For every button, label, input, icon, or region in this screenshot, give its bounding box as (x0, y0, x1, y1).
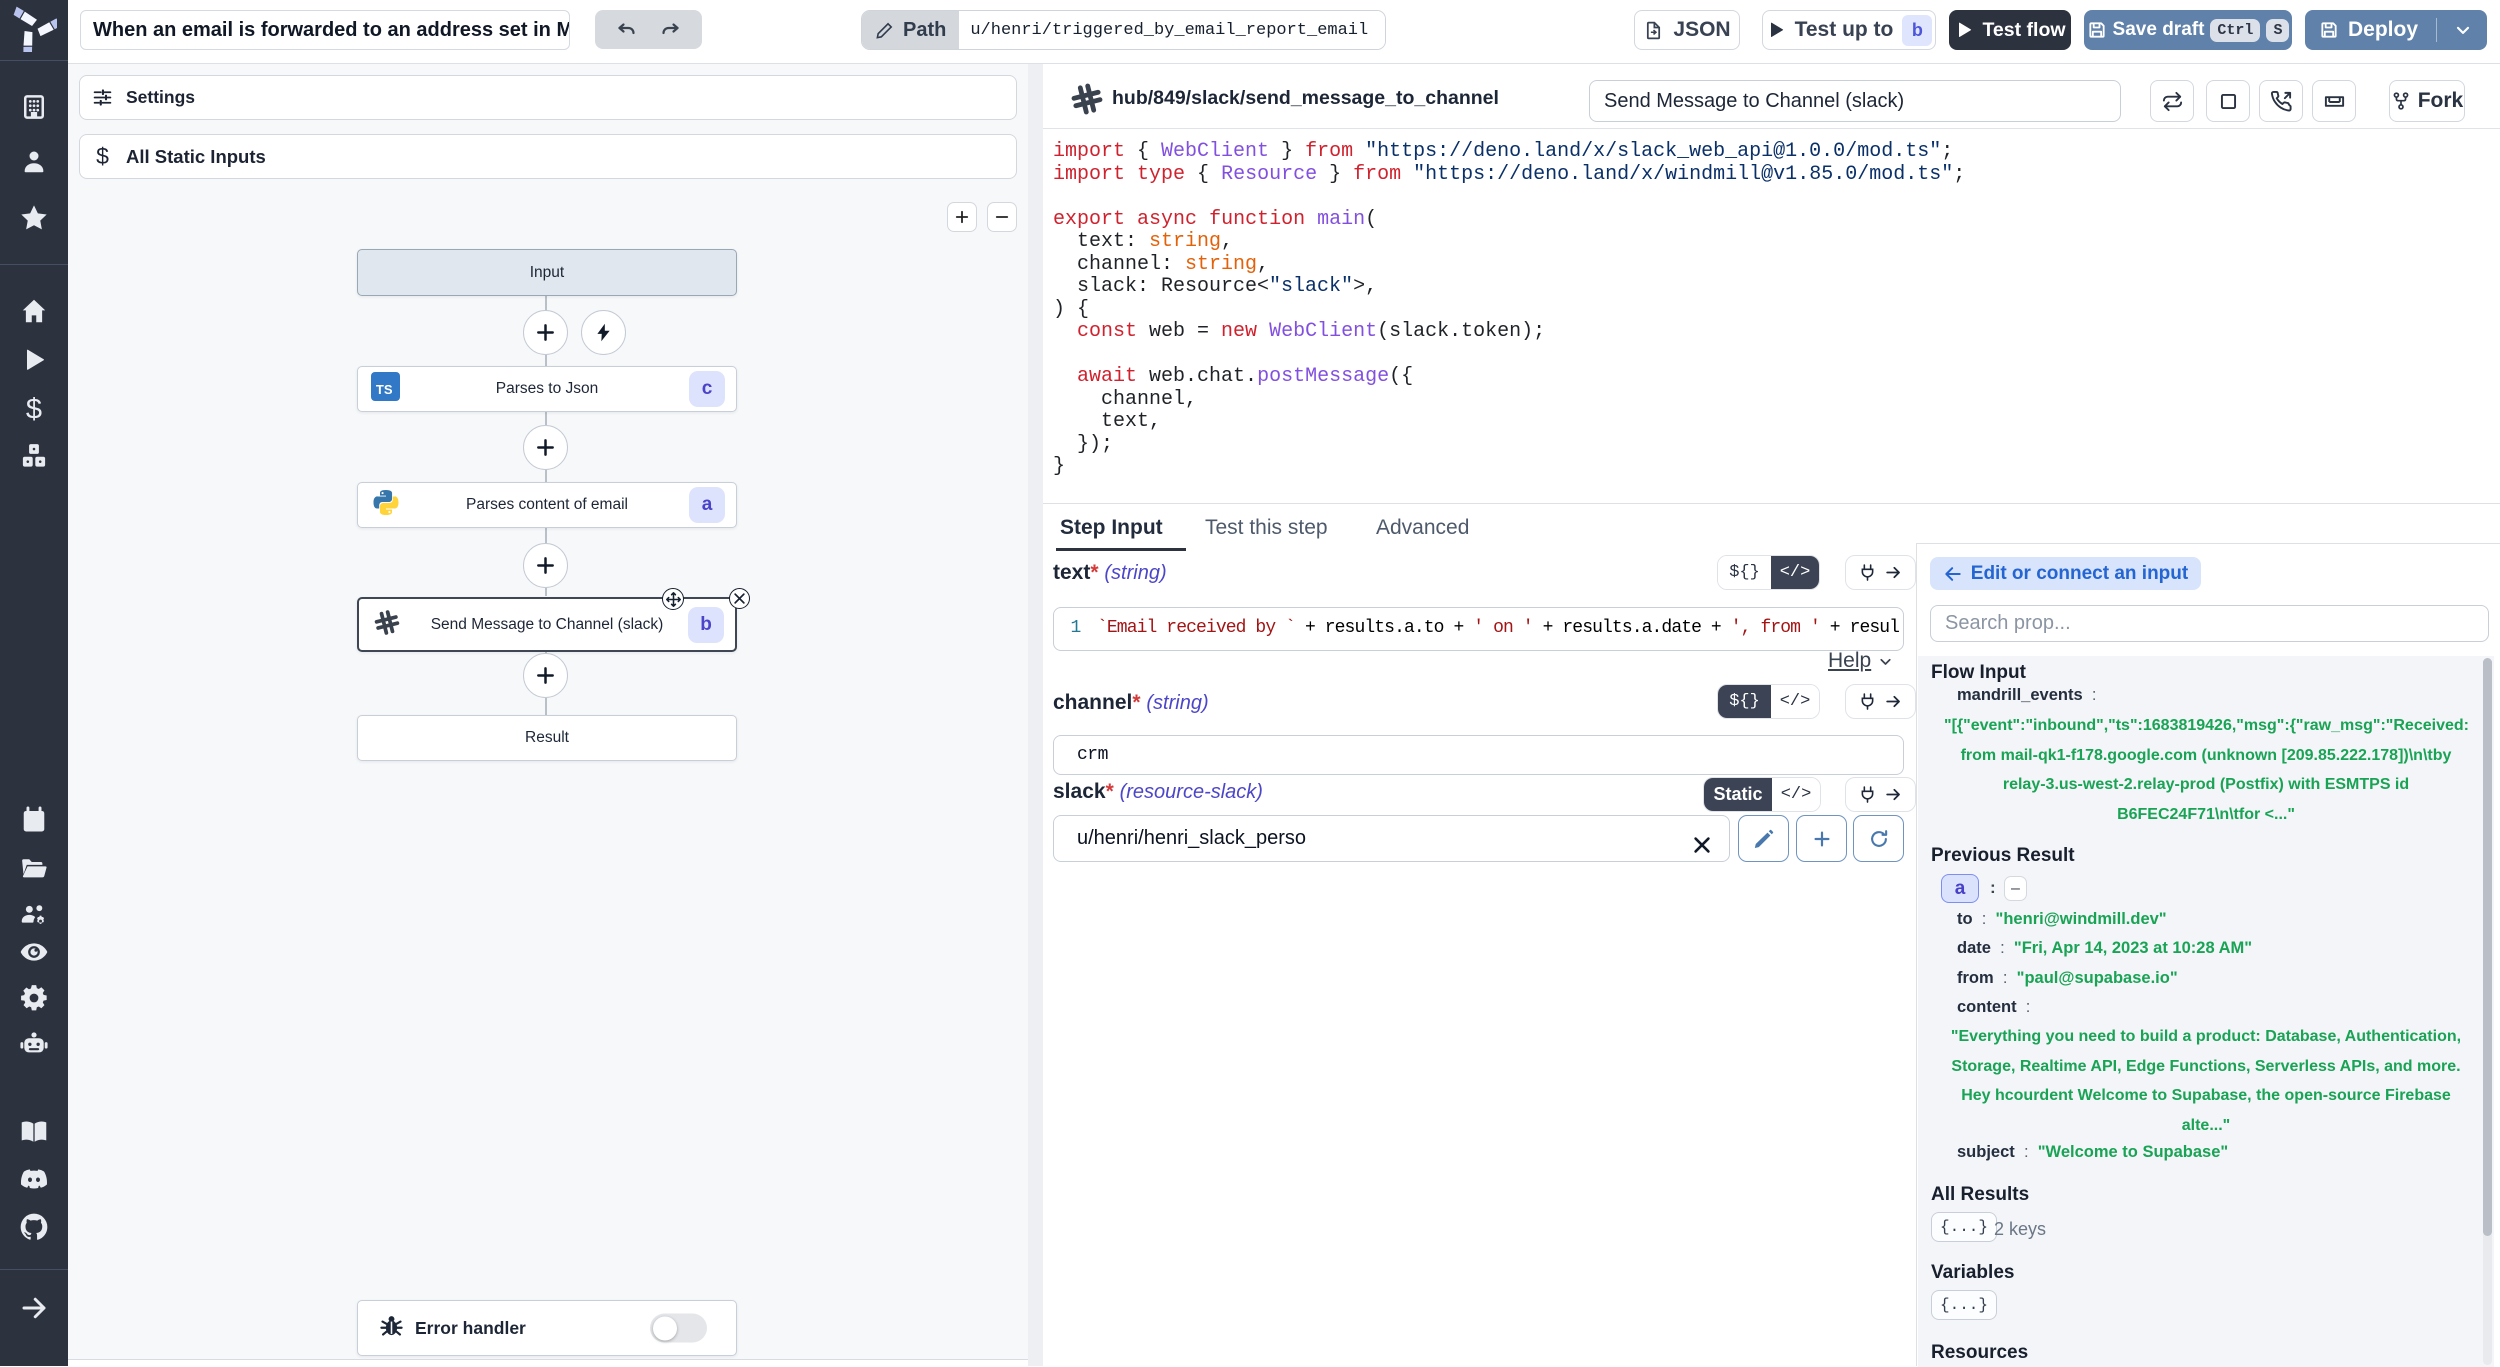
svg-text:TS: TS (376, 382, 393, 397)
